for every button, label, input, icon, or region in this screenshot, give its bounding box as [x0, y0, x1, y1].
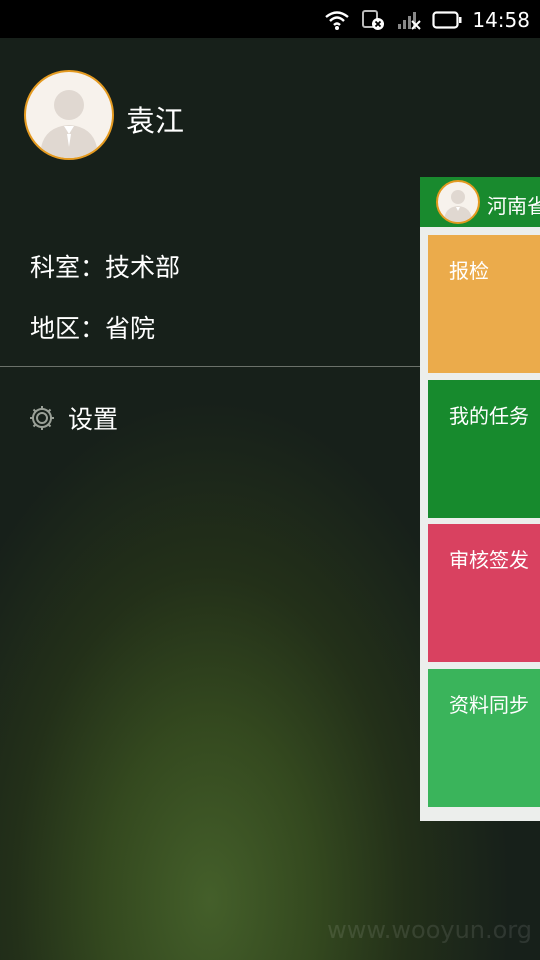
tile-review-sign[interactable]: 审核签发 [428, 524, 540, 662]
person-icon [444, 190, 472, 222]
wifi-icon [325, 11, 350, 30]
header-title: 河南省 [487, 194, 540, 218]
main-content-panel[interactable]: 河南省 报检 我的任务 审核签发 资料同步 [420, 177, 540, 821]
status-icons: 14:58 [324, 6, 530, 34]
header-avatar[interactable] [436, 180, 480, 224]
main-header: 河南省 [420, 177, 540, 227]
signal-off-icon [398, 12, 422, 30]
username: 袁江 [126, 104, 185, 138]
tile-label: 报检 [449, 259, 489, 283]
status-time: 14:58 [472, 8, 530, 32]
tile-inspection[interactable]: 报检 [428, 235, 540, 373]
battery-icon [432, 11, 462, 29]
person-icon [40, 90, 98, 158]
gear-icon [30, 406, 54, 430]
tile-label: 资料同步 [449, 693, 529, 717]
tile-data-sync[interactable]: 资料同步 [428, 669, 540, 807]
watermark: www.wooyun.org [327, 916, 532, 944]
tile-label: 我的任务 [449, 404, 529, 428]
status-bar: 14:58 [0, 0, 540, 38]
divider [0, 366, 420, 367]
tile-my-tasks[interactable]: 我的任务 [428, 380, 540, 518]
department-info: 科室：技术部 [30, 253, 181, 282]
settings-menu-item[interactable]: 设置 [28, 398, 118, 438]
region-info: 地区：省院 [30, 314, 156, 343]
screen: 14:58 袁江 科室：技术部 地区：省院 设置 河南省 报检 我的任务 审核签… [0, 0, 540, 960]
tile-label: 审核签发 [449, 548, 529, 572]
settings-label: 设置 [68, 405, 119, 434]
avatar[interactable] [24, 70, 114, 160]
vpn-blocked-icon [362, 10, 385, 30]
